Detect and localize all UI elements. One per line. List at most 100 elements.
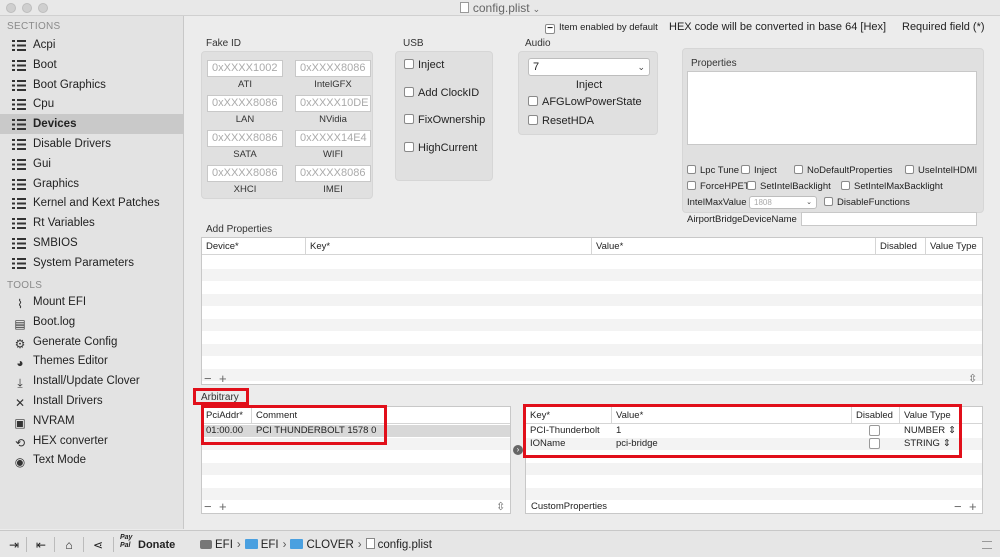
col-key[interactable]: Key* (526, 407, 612, 424)
prop-setintelbacklight-checkbox[interactable]: SetIntelBacklight (747, 181, 831, 192)
donate-button[interactable]: Donate (138, 539, 175, 551)
checkbox-box[interactable] (824, 197, 833, 206)
col-value-type[interactable]: Value Type (926, 238, 982, 255)
value-type-select[interactable]: NUMBER ⇕ (904, 425, 956, 437)
tool-boot-log[interactable]: ▤ Boot.log (0, 312, 183, 332)
value-type-select[interactable]: STRING ⇕ (904, 438, 951, 450)
checkbox-box[interactable] (741, 165, 750, 174)
breadcrumb-item[interactable]: EFI (261, 539, 279, 551)
sort-icon[interactable]: ⇳ (968, 373, 977, 385)
disabled-checkbox[interactable] (869, 425, 880, 436)
tool-nvram[interactable]: ▣ NVRAM (0, 411, 183, 431)
remove-row-icon[interactable]: − (204, 500, 212, 513)
export-icon[interactable]: ⇤ (33, 538, 49, 552)
table-row[interactable]: 01:00.00 PCI THUNDERBOLT 1578 0 (202, 425, 510, 437)
custom-properties-table[interactable]: Key* Value* Disabled Value Type PCI-Thun… (525, 406, 983, 514)
paypal-logo[interactable]: Pay Pal (120, 534, 134, 550)
disable-functions-checkbox[interactable]: DisableFunctions (824, 197, 910, 208)
checkbox-box[interactable] (747, 181, 756, 190)
remove-row-icon[interactable]: − (204, 372, 212, 385)
sidebar-item-gui[interactable]: Gui (0, 154, 183, 174)
usb-add-clockid-checkbox[interactable]: Add ClockID (404, 86, 479, 99)
sidebar-item-boot-graphics[interactable]: Boot Graphics (0, 75, 183, 95)
tool-mount-efi[interactable]: ⌇ Mount EFI (0, 292, 183, 312)
breadcrumb-item[interactable]: EFI (215, 539, 233, 551)
col-value-type[interactable]: Value Type (900, 407, 982, 424)
audio-afglowpowerstate-checkbox[interactable]: AFGLowPowerState (528, 96, 642, 108)
tool-generate-config[interactable]: ⚙ Generate Config (0, 332, 183, 352)
col-disabled[interactable]: Disabled (852, 407, 900, 424)
checkbox-box[interactable] (687, 181, 696, 190)
intel-max-value-select[interactable]: 1808 ⌄ (749, 196, 817, 209)
prop-lpc-tune-checkbox[interactable]: Lpc Tune (687, 165, 739, 176)
checkbox-box[interactable] (794, 165, 803, 174)
tool-install-update-clover[interactable]: ⤓ Install/Update Clover (0, 371, 183, 391)
tool-text-mode[interactable]: ◉ Text Mode (0, 450, 183, 470)
fake-id-lan-input[interactable]: 0xXXXX8086 (207, 95, 283, 112)
checkbox-box[interactable] (404, 86, 414, 97)
fake-id-intelgfx-input[interactable]: 0xXXXX8086 (295, 60, 371, 77)
prop-forcehpet-checkbox[interactable]: ForceHPET (687, 181, 750, 192)
fake-id-xhci-input[interactable]: 0xXXXX8086 (207, 165, 283, 182)
resize-grip-icon[interactable] (982, 541, 992, 549)
sort-icon[interactable]: ⇳ (496, 501, 505, 513)
table-row[interactable]: IOName pci-bridge STRING ⇕ (526, 437, 982, 450)
sidebar-item-disable-drivers[interactable]: Disable Drivers (0, 134, 183, 154)
sidebar-item-system-parameters[interactable]: System Parameters (0, 253, 183, 273)
add-row-icon[interactable]: + (219, 500, 227, 513)
checkbox-box[interactable] (841, 181, 850, 190)
tool-hex-converter[interactable]: ⟲ HEX converter (0, 431, 183, 451)
prop-inject-checkbox[interactable]: Inject (741, 165, 777, 176)
prop-setintelmaxbacklight-checkbox[interactable]: SetIntelMaxBacklight (841, 181, 943, 192)
arrow-right-icon[interactable]: › (513, 445, 523, 455)
audio-inject-select[interactable]: 7 ⌄ (528, 58, 650, 76)
fake-id-imei-input[interactable]: 0xXXXX8086 (295, 165, 371, 182)
checkbox-box[interactable] (404, 141, 414, 152)
checkbox-box[interactable] (404, 59, 414, 69)
sidebar-item-smbios[interactable]: SMBIOS (0, 233, 183, 253)
prop-nodefaultproperties-checkbox[interactable]: NoDefaultProperties (794, 165, 893, 176)
sidebar-item-devices[interactable]: Devices (0, 114, 183, 135)
checkbox-box[interactable] (528, 96, 538, 106)
checkbox-box[interactable] (905, 165, 914, 174)
fake-id-nvidia-input[interactable]: 0xXXXX10DE (295, 95, 371, 112)
checkbox-box[interactable] (404, 114, 414, 124)
fake-id-ati-input[interactable]: 0xXXXX1002 (207, 60, 283, 77)
col-pciaddr[interactable]: PciAddr* (202, 407, 252, 424)
col-key-[interactable]: Key* (306, 238, 592, 255)
add-row-icon[interactable]: + (219, 372, 227, 385)
share-icon[interactable]: ⋖ (90, 538, 106, 552)
add-row-icon[interactable]: + (969, 500, 977, 513)
fake-id-wifi-input[interactable]: 0xXXXX14E4 (295, 130, 371, 147)
import-icon[interactable]: ⇥ (6, 538, 22, 552)
tool-themes-editor[interactable]: ◕ Themes Editor (0, 351, 183, 371)
tool-install-drivers[interactable]: ✕ Install Drivers (0, 391, 183, 411)
arbitrary-table[interactable]: PciAddr* Comment 01:00.00 PCI THUNDERBOLT… (201, 406, 511, 514)
col-device-[interactable]: Device* (202, 238, 306, 255)
sidebar-item-boot[interactable]: Boot (0, 55, 183, 75)
disabled-checkbox[interactable] (869, 437, 880, 449)
add-properties-table[interactable]: Device* Key* Value* Disabled Value Type (201, 237, 983, 385)
breadcrumb-item[interactable]: config.plist (378, 539, 432, 551)
sidebar-item-graphics[interactable]: Graphics (0, 174, 183, 194)
breadcrumb-item[interactable]: CLOVER (306, 539, 353, 551)
col-value[interactable]: Value* (612, 407, 852, 424)
sidebar-item-rt-variables[interactable]: Rt Variables (0, 213, 183, 233)
col-comment[interactable]: Comment (252, 407, 510, 424)
sidebar-item-acpi[interactable]: Acpi (0, 35, 183, 55)
remove-row-icon[interactable]: − (954, 500, 962, 513)
sidebar-item-cpu[interactable]: Cpu (0, 94, 183, 114)
home-icon[interactable]: ⌂ (61, 538, 77, 552)
col-value-[interactable]: Value* (592, 238, 876, 255)
table-row[interactable]: PCI-Thunderbolt 1 NUMBER ⇕ (526, 425, 982, 437)
usb-highcurrent-checkbox[interactable]: HighCurrent (404, 141, 477, 154)
checkbox-box[interactable] (687, 165, 696, 174)
col-disabled[interactable]: Disabled (876, 238, 926, 255)
airport-bridge-input[interactable] (801, 212, 977, 226)
sidebar-item-kernel-and-kext-patches[interactable]: Kernel and Kext Patches (0, 193, 183, 213)
fake-id-sata-input[interactable]: 0xXXXX8086 (207, 130, 283, 147)
audio-resethda-checkbox[interactable]: ResetHDA (528, 115, 594, 127)
prop-useintelhdmi-checkbox[interactable]: UseIntelHDMI (905, 165, 977, 176)
chevron-down-icon[interactable]: ⌄ (533, 4, 541, 14)
properties-text-area[interactable] (687, 71, 977, 145)
